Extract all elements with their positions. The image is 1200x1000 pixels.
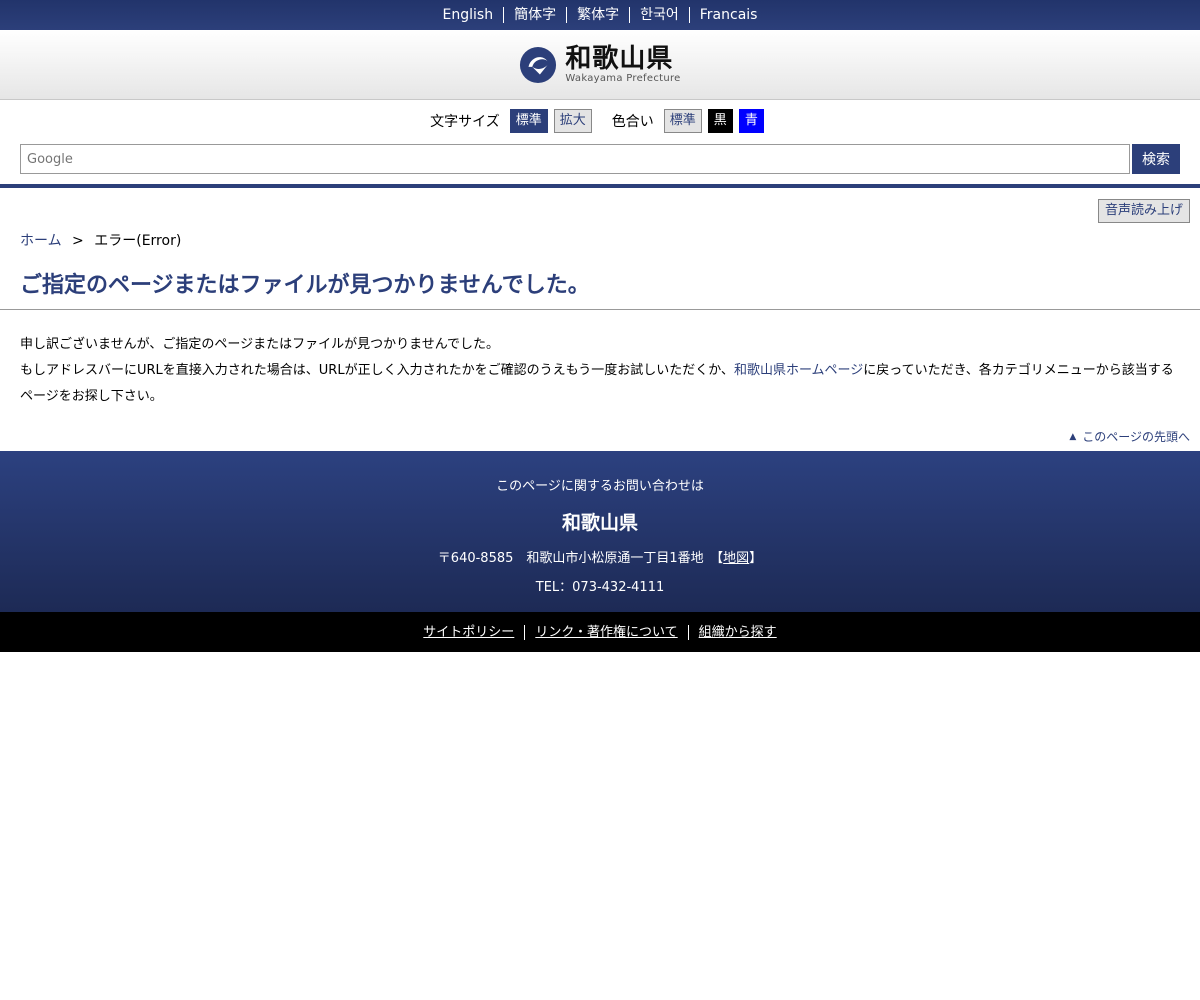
search-bar: 検索 <box>0 142 1200 180</box>
homepage-link[interactable]: 和歌山県ホームページ <box>734 363 863 378</box>
lang-traditional-chinese-link[interactable]: 繁体字 <box>567 7 631 23</box>
search-by-organization-link[interactable]: 組織から探す <box>689 625 787 640</box>
error-line-1: 申し訳ございませんが、ご指定のページまたはファイルが見つかりませんでした。 <box>20 337 500 352</box>
page-title: ご指定のページまたはファイルが見つかりませんでした。 <box>0 267 1200 310</box>
search-button[interactable]: 検索 <box>1132 144 1180 174</box>
language-bar: English 簡体字 繁体字 한국어 Francais <box>0 0 1200 30</box>
color-blue-button[interactable]: 青 <box>738 109 764 133</box>
logo-title: 和歌山県 <box>565 44 674 74</box>
text-size-standard-button[interactable]: 標準 <box>509 109 548 133</box>
footer-address: 〒640-8585 和歌山市小松原通一丁目1番地 【地図】 <box>0 547 1200 566</box>
lang-english-link[interactable]: English <box>433 7 505 23</box>
color-standard-button[interactable]: 標準 <box>663 109 702 133</box>
footer-address-text: 〒640-8585 和歌山市小松原通一丁目1番地 【 <box>437 551 724 566</box>
footer-heading: このページに関するお問い合わせは <box>496 479 704 494</box>
lang-simplified-chinese-link[interactable]: 簡体字 <box>504 7 568 23</box>
prefecture-emblem-icon <box>520 46 557 83</box>
lang-french-link[interactable]: Francais <box>690 7 768 23</box>
link-copyright-link[interactable]: リンク・著作権について <box>525 624 689 640</box>
site-policy-link[interactable]: サイトポリシー <box>413 624 526 640</box>
color-scheme-label: 色合い <box>611 114 654 130</box>
lang-korean-link[interactable]: 한국어 <box>630 7 690 23</box>
error-line-2: もしアドレスバーにURLを直接入力された場合は、URLが正しく入力されたかをご確… <box>20 358 1180 410</box>
breadcrumb-current: エラー(Error) <box>94 233 182 249</box>
search-input[interactable] <box>20 144 1130 174</box>
color-black-button[interactable]: 黒 <box>707 109 733 133</box>
footer-links-bar: サイトポリシー リンク・著作権について 組織から探す <box>0 612 1200 652</box>
footer-tel: TEL：073-432-4111 <box>535 580 665 595</box>
text-size-label: 文字サイズ <box>430 114 500 130</box>
breadcrumb-separator: > <box>72 233 84 249</box>
back-to-top-label: このページの先頭へ <box>1082 430 1190 444</box>
footer: このページに関するお問い合わせは 和歌山県 〒640-8585 和歌山市小松原通… <box>0 451 1200 612</box>
breadcrumb: ホーム > エラー(Error) <box>0 223 1200 253</box>
breadcrumb-home-link[interactable]: ホーム <box>20 233 62 249</box>
logo-subtitle: Wakayama Prefecture <box>565 73 681 84</box>
accessibility-tools: 文字サイズ 標準 拡大 色合い 標準 黒 青 <box>0 100 1200 142</box>
error-line-2-text: もしアドレスバーにURLを直接入力された場合は、URLが正しく入力されたかをご確… <box>20 363 734 378</box>
site-logo[interactable]: 和歌山県 Wakayama Prefecture <box>519 45 680 84</box>
error-message: 申し訳ございませんが、ご指定のページまたはファイルが見つかりませんでした。 もし… <box>0 310 1200 410</box>
site-header: 和歌山県 Wakayama Prefecture <box>0 30 1200 100</box>
text-size-large-button[interactable]: 拡大 <box>553 109 592 133</box>
arrow-up-icon: ▲ <box>1069 431 1077 442</box>
back-to-top-link[interactable]: ▲ このページの先頭へ <box>1069 422 1190 451</box>
footer-org-name: 和歌山県 <box>561 512 638 534</box>
read-aloud-button[interactable]: 音声読み上げ <box>1097 199 1190 223</box>
map-link[interactable]: 地図 <box>723 551 749 566</box>
footer-address-end: 】 <box>749 551 763 566</box>
